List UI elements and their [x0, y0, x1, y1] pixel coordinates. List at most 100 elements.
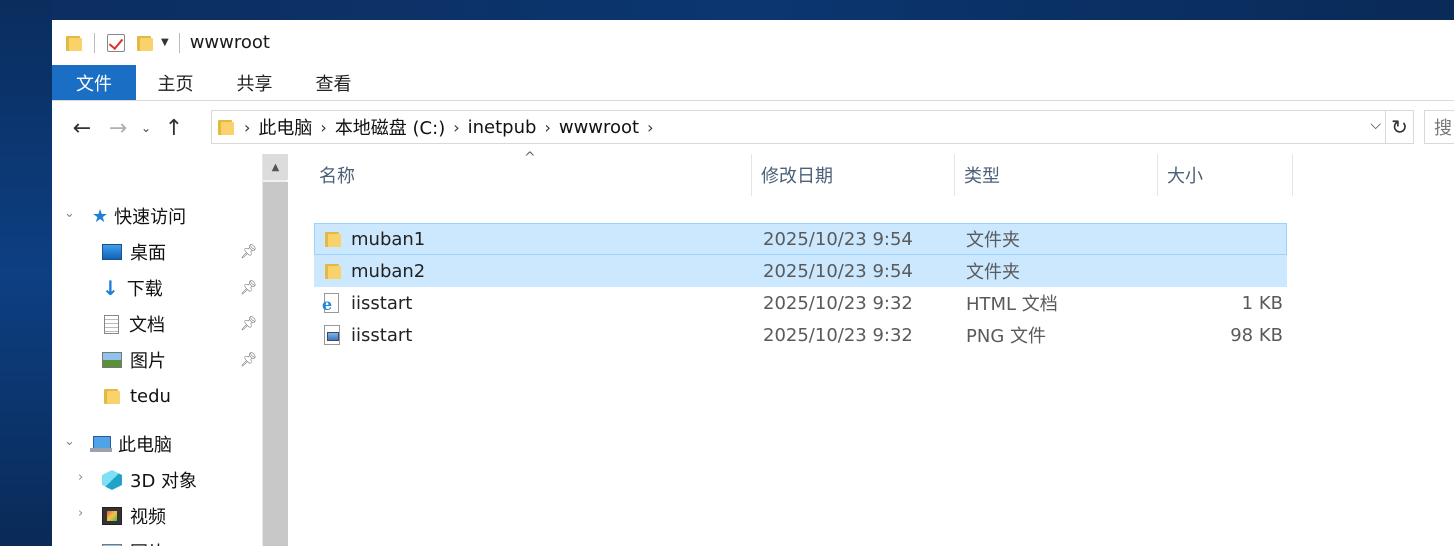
- nav-label: 下载: [126, 279, 163, 300]
- table-row[interactable]: e iisstart 2025/10/23 9:32 HTML 文档 1 KB: [314, 287, 1287, 319]
- file-name: muban2: [351, 260, 426, 282]
- tab-file[interactable]: 文件: [52, 65, 136, 100]
- nav-label: 文档: [129, 315, 165, 336]
- nav-label: tedu: [130, 385, 171, 407]
- divider: [94, 32, 95, 53]
- nav-item-desktop[interactable]: 桌面: [102, 237, 166, 267]
- table-row[interactable]: muban1 2025/10/23 9:54 文件夹: [314, 223, 1287, 255]
- nav-label: 快速访问: [114, 207, 187, 228]
- star-icon: ★: [92, 205, 109, 227]
- desktop-background-top: [52, 0, 1454, 20]
- breadcrumb-inetpub[interactable]: inetpub: [460, 117, 545, 138]
- file-size: 1 KB: [1241, 292, 1283, 314]
- window-title: wwwroot: [189, 32, 270, 53]
- file-type: HTML 文档: [966, 294, 1058, 315]
- html-file-icon: e: [322, 288, 340, 318]
- document-icon: [104, 314, 119, 334]
- pin-icon[interactable]: 📌︎: [240, 244, 258, 260]
- nav-label: 此电脑: [118, 435, 172, 456]
- properties-icon[interactable]: [107, 33, 125, 52]
- png-file-icon: [324, 320, 340, 350]
- file-modified: 2025/10/23 9:32: [763, 292, 913, 314]
- breadcrumb-chevron-icon[interactable]: ›: [647, 118, 653, 137]
- ribbon-tabs: 文件 主页 共享 查看: [52, 65, 1454, 101]
- nav-quick-access[interactable]: ★ 快速访问: [92, 201, 186, 231]
- table-row[interactable]: muban2 2025/10/23 9:54 文件夹: [314, 255, 1287, 287]
- column-header-modified[interactable]: 修改日期: [752, 154, 955, 196]
- collapse-chevron-icon[interactable]: ⌄: [64, 206, 75, 221]
- file-type: 文件夹: [966, 230, 1020, 251]
- nav-label: 桌面: [130, 243, 166, 264]
- expand-chevron-icon[interactable]: ›: [78, 506, 83, 521]
- file-modified: 2025/10/23 9:54: [763, 260, 913, 282]
- 3d-objects-icon: [102, 470, 122, 490]
- tab-share[interactable]: 共享: [215, 65, 294, 100]
- pin-icon[interactable]: 📌︎: [240, 316, 258, 332]
- refresh-icon[interactable]: ↻: [1386, 110, 1414, 144]
- desktop-icon: [102, 244, 122, 260]
- expand-chevron-icon[interactable]: ›: [78, 542, 83, 546]
- breadcrumb-wwwroot[interactable]: wwwroot: [551, 117, 647, 138]
- nav-item-videos[interactable]: 视频: [102, 501, 166, 531]
- breadcrumb-this-pc[interactable]: 此电脑: [250, 114, 320, 140]
- pin-icon[interactable]: 📌︎: [240, 280, 258, 296]
- video-icon: [102, 507, 122, 525]
- tab-view[interactable]: 查看: [294, 65, 373, 100]
- new-folder-icon[interactable]: [137, 34, 153, 52]
- tab-home[interactable]: 主页: [136, 65, 215, 100]
- expand-chevron-icon[interactable]: ›: [78, 470, 83, 485]
- nav-item-pc-pictures[interactable]: 图片: [102, 537, 166, 546]
- up-arrow-icon[interactable]: ↑: [156, 116, 192, 141]
- search-input[interactable]: 搜: [1424, 110, 1454, 144]
- nav-item-tedu[interactable]: tedu: [104, 381, 171, 411]
- folder-icon: [218, 118, 234, 136]
- title-bar: ▼ wwwroot: [52, 20, 1454, 65]
- quick-access-dropdown-icon[interactable]: ▼: [161, 37, 169, 48]
- scrollbar-thumb[interactable]: [263, 182, 288, 546]
- navigation-pane: ⌄ ★ 快速访问 桌面 📌︎ ↓ 下载 📌︎ 文档 📌︎ 图片 📌︎ tedu: [52, 154, 262, 546]
- navigation-bar: ← → ⌄ ↑ › 此电脑 › 本地磁盘 (C:) › inetpub › ww…: [52, 102, 1454, 154]
- nav-item-pictures[interactable]: 图片: [102, 345, 166, 375]
- file-name: iisstart: [351, 292, 413, 314]
- file-list: ^ 名称 修改日期 类型 大小 muban1 2025/10/23 9:54 文…: [288, 150, 1454, 546]
- nav-item-3d-objects[interactable]: 3D 对象: [102, 465, 197, 495]
- computer-icon: [90, 436, 112, 452]
- file-type: 文件夹: [966, 262, 1020, 283]
- scroll-up-arrow-icon[interactable]: ▲: [263, 154, 288, 180]
- file-name: iisstart: [351, 324, 413, 346]
- nav-item-documents[interactable]: 文档: [104, 309, 165, 339]
- forward-arrow-icon[interactable]: →: [100, 116, 136, 141]
- folder-icon: [325, 224, 341, 254]
- address-dropdown-icon[interactable]: ⌵: [1370, 117, 1381, 133]
- table-row[interactable]: iisstart 2025/10/23 9:32 PNG 文件 98 KB: [314, 319, 1287, 351]
- nav-label: 3D 对象: [130, 471, 198, 492]
- folder-icon: [66, 34, 82, 52]
- back-arrow-icon[interactable]: ←: [64, 116, 100, 141]
- nav-label: 图片: [130, 539, 166, 546]
- divider: [178, 32, 180, 53]
- recent-locations-chevron-icon[interactable]: ⌄: [136, 121, 156, 135]
- nav-label: 视频: [130, 507, 166, 528]
- file-modified: 2025/10/23 9:54: [763, 228, 913, 250]
- breadcrumb-local-disk[interactable]: 本地磁盘 (C:): [327, 114, 453, 140]
- column-header-type[interactable]: 类型: [955, 154, 1158, 196]
- download-icon: ↓: [102, 276, 119, 300]
- nav-item-downloads[interactable]: ↓ 下载: [102, 273, 163, 303]
- folder-icon: [104, 387, 120, 405]
- file-size: 98 KB: [1230, 324, 1283, 346]
- picture-icon: [102, 352, 122, 368]
- pin-icon[interactable]: 📌︎: [240, 352, 258, 368]
- address-bar[interactable]: › 此电脑 › 本地磁盘 (C:) › inetpub › wwwroot › …: [211, 110, 1386, 144]
- folder-icon: [325, 256, 341, 286]
- nav-label: 图片: [130, 351, 166, 372]
- file-modified: 2025/10/23 9:32: [763, 324, 913, 346]
- nav-scrollbar[interactable]: ▲: [262, 154, 288, 546]
- file-type: PNG 文件: [966, 326, 1046, 347]
- file-name: muban1: [351, 228, 426, 250]
- desktop-background-left: [0, 0, 52, 546]
- nav-this-pc[interactable]: 此电脑: [90, 429, 172, 459]
- collapse-chevron-icon[interactable]: ⌄: [64, 434, 75, 449]
- file-explorer-window: ▼ wwwroot 文件 主页 共享 查看 ← → ⌄ ↑ › 此电脑 › 本地…: [52, 20, 1454, 546]
- column-header-name[interactable]: 名称: [310, 154, 752, 196]
- column-header-size[interactable]: 大小: [1158, 154, 1293, 196]
